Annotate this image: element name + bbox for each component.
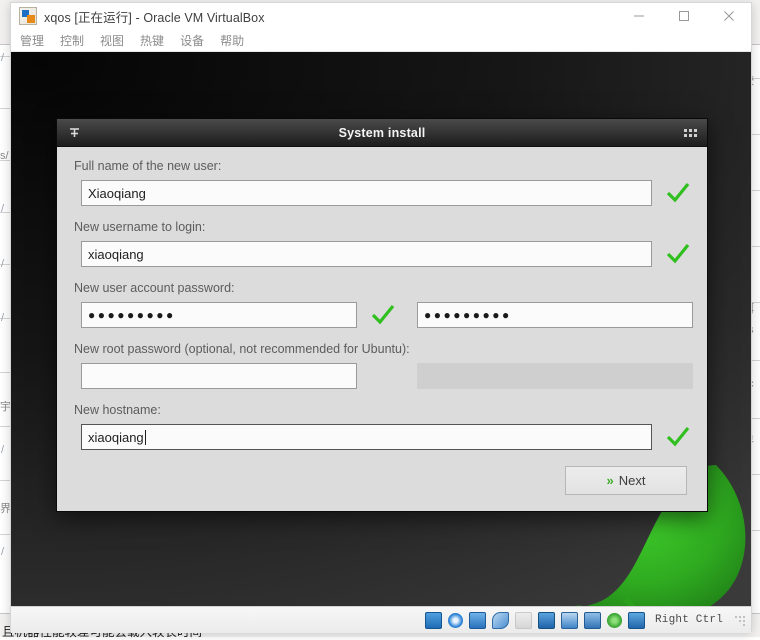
display-icon[interactable]: [538, 612, 555, 629]
grid-dots-glyph: [684, 129, 697, 137]
network-icon[interactable]: [469, 612, 486, 629]
field-username-label: New username to login:: [74, 220, 693, 234]
background-text-fragment: /: [1, 258, 4, 270]
double-chevron-right-icon: »: [607, 473, 614, 488]
background-text-fragment: /: [1, 546, 4, 558]
field-username: New username to login: xiaoqiang: [71, 220, 693, 267]
minimize-icon: [633, 10, 645, 22]
window-title: xqos [正在运行] - Oracle VM VirtualBox: [44, 7, 265, 26]
green-checkmark-icon: [665, 182, 691, 204]
root-password-confirm-input: [417, 363, 693, 389]
virtualbox-icon: [19, 7, 37, 25]
field-root-password: New root password (optional, not recomme…: [71, 342, 693, 389]
hard-disk-icon[interactable]: [425, 612, 442, 629]
hostname-input[interactable]: xiaoqiang: [81, 424, 652, 450]
field-hostname: New hostname: xiaoqiang: [71, 403, 693, 450]
close-button[interactable]: [706, 3, 751, 29]
window-titlebar[interactable]: xqos [正在运行] - Oracle VM VirtualBox: [11, 3, 751, 29]
minimize-button[interactable]: [616, 3, 661, 29]
virtualbox-window: xqos [正在运行] - Oracle VM VirtualBox 管理 控制…: [10, 2, 752, 632]
green-checkmark-icon: [370, 304, 396, 326]
user-password-confirm-masked-value: ●●●●●●●●●: [424, 308, 512, 322]
menu-item-devices[interactable]: 设备: [180, 32, 204, 49]
field-user-password: New user account password: ●●●●●●●●● ●●●…: [71, 281, 693, 328]
field-fullname-row: Xiaoqiang: [71, 180, 693, 206]
fullname-input[interactable]: Xiaoqiang: [81, 180, 652, 206]
field-hostname-label: New hostname:: [74, 403, 693, 417]
dialog-title: System install: [57, 126, 707, 140]
background-text-fragment: s/: [0, 150, 9, 162]
username-valid-check: [663, 243, 693, 265]
dialog-body: Full name of the new user: Xiaoqiang New…: [57, 147, 707, 511]
keyboard-icon[interactable]: [628, 612, 645, 629]
background-text-fragment: /: [1, 312, 4, 324]
shared-folder-icon[interactable]: [515, 612, 532, 629]
hostname-input-value: xiaoqiang: [88, 430, 144, 445]
field-fullname: Full name of the new user: Xiaoqiang: [71, 159, 693, 206]
background-text-fragment: /: [1, 52, 4, 64]
field-hostname-row: xiaoqiang: [71, 424, 693, 450]
menu-item-control[interactable]: 控制: [60, 32, 84, 49]
user-password-masked-value: ●●●●●●●●●: [88, 308, 176, 322]
fullname-valid-check: [663, 182, 693, 204]
menu-item-view[interactable]: 视图: [100, 32, 124, 49]
field-user-password-label: New user account password:: [74, 281, 693, 295]
user-password-confirm-input[interactable]: ●●●●●●●●●: [417, 302, 693, 328]
optical-disk-icon[interactable]: [448, 613, 463, 628]
menu-item-help[interactable]: 帮助: [220, 32, 244, 49]
mouse-integration-icon[interactable]: [607, 613, 622, 628]
user-password-input[interactable]: ●●●●●●●●●: [81, 302, 357, 328]
maximize-icon: [678, 10, 690, 22]
usb-icon[interactable]: [492, 612, 509, 629]
field-fullname-label: Full name of the new user:: [74, 159, 693, 173]
system-install-dialog: System install Full name of the new user…: [56, 118, 708, 512]
next-button[interactable]: » Next: [565, 466, 687, 495]
host-key-label: Right Ctrl: [655, 614, 723, 626]
username-input[interactable]: xiaoqiang: [81, 241, 652, 267]
menubar: 管理 控制 视图 热键 设备 帮助: [11, 29, 751, 52]
close-icon: [723, 10, 735, 22]
virtualization-icon[interactable]: [584, 612, 601, 629]
green-checkmark-icon: [665, 426, 691, 448]
menu-item-manage[interactable]: 管理: [20, 32, 44, 49]
background-text-fragment: /: [1, 444, 4, 456]
unite-window-icon[interactable]: [65, 119, 83, 146]
resize-grip-icon[interactable]: [734, 615, 745, 626]
field-user-password-row: ●●●●●●●●● ●●●●●●●●●: [71, 302, 693, 328]
menu-item-hotkey[interactable]: 热键: [140, 32, 164, 49]
root-password-input[interactable]: [81, 363, 357, 389]
grid-dots-icon[interactable]: [681, 119, 699, 146]
field-root-password-label: New root password (optional, not recomme…: [74, 342, 693, 356]
field-root-password-row: [71, 363, 693, 389]
text-caret: [145, 430, 146, 445]
statusbar: Right Ctrl: [11, 606, 751, 633]
next-button-label: Next: [619, 473, 646, 488]
maximize-button[interactable]: [661, 3, 706, 29]
green-checkmark-icon: [665, 243, 691, 265]
vm-display[interactable]: System install Full name of the new user…: [11, 52, 751, 606]
recording-icon[interactable]: [561, 612, 578, 629]
user-password-valid-check: [368, 304, 398, 326]
field-username-row: xiaoqiang: [71, 241, 693, 267]
dialog-titlebar[interactable]: System install: [57, 119, 707, 147]
background-text-fragment: /: [1, 203, 4, 215]
dialog-actions: » Next: [71, 456, 693, 497]
hostname-valid-check: [663, 426, 693, 448]
